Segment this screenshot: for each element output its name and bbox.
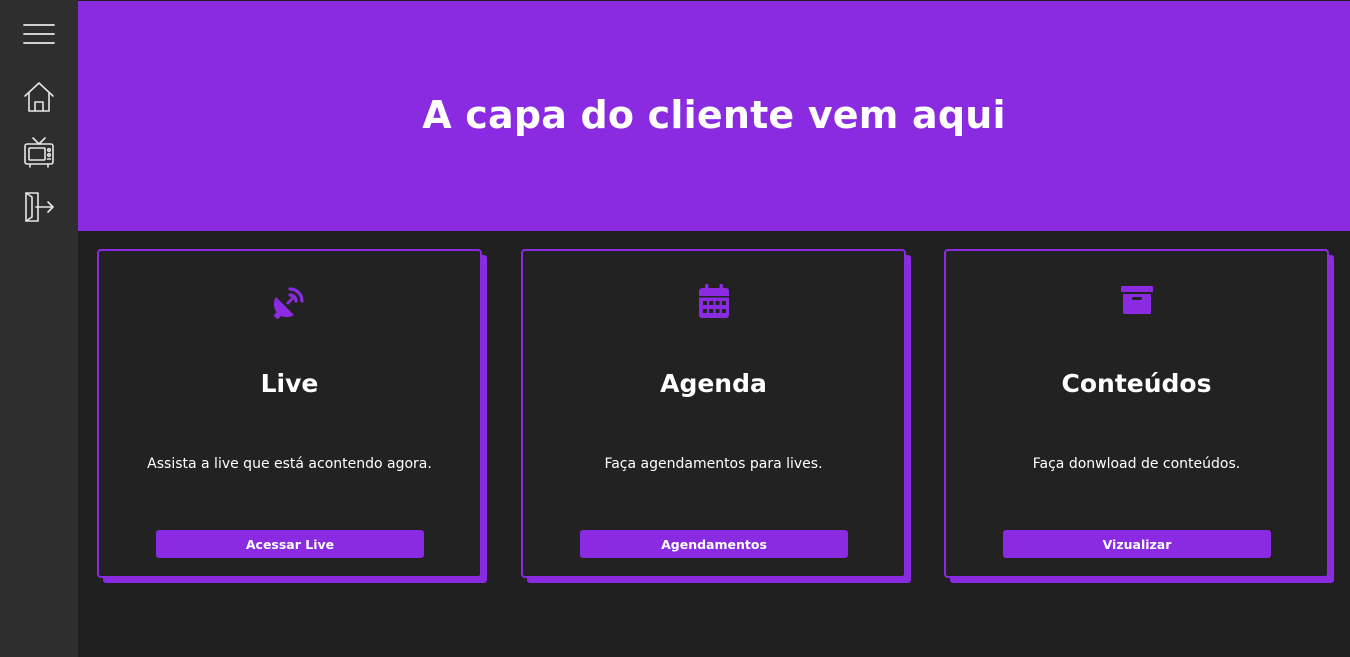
vizualizar-button[interactable]: Vizualizar	[1003, 530, 1271, 558]
calendar-icon	[523, 283, 904, 319]
sidebar	[0, 0, 78, 657]
agendamentos-button[interactable]: Agendamentos	[580, 530, 848, 558]
card-agenda: Agenda Faça agendamentos para lives. Age…	[521, 249, 911, 583]
acessar-live-button[interactable]: Acessar Live	[156, 530, 424, 558]
archive-box-icon	[946, 283, 1327, 319]
tv-icon[interactable]	[22, 135, 56, 169]
card-live-body: Live Assista a live que está acontendo a…	[97, 249, 482, 578]
hero-title: A capa do cliente vem aqui	[422, 92, 1006, 137]
card-description: Faça donwload de conteúdos.	[1032, 456, 1241, 472]
card-description: Faça agendamentos para lives.	[604, 456, 823, 472]
card-title: Agenda	[660, 369, 767, 398]
hero-banner: A capa do cliente vem aqui	[78, 1, 1350, 231]
card-title: Live	[260, 369, 319, 398]
home-icon[interactable]	[22, 80, 56, 114]
logout-icon[interactable]	[22, 190, 56, 224]
card-title: Conteúdos	[1061, 369, 1212, 398]
card-agenda-body: Agenda Faça agendamentos para lives. Age…	[521, 249, 906, 578]
card-live: Live Assista a live que está acontendo a…	[97, 249, 487, 583]
main-content: A capa do cliente vem aqui Live Assista …	[78, 0, 1350, 657]
satellite-dish-icon	[99, 283, 480, 319]
card-conteudos: Conteúdos Faça donwload de conteúdos. Vi…	[944, 249, 1334, 583]
card-conteudos-body: Conteúdos Faça donwload de conteúdos. Vi…	[944, 249, 1329, 578]
hamburger-menu-icon[interactable]	[22, 17, 56, 51]
card-description: Assista a live que está acontendo agora.	[147, 456, 432, 472]
